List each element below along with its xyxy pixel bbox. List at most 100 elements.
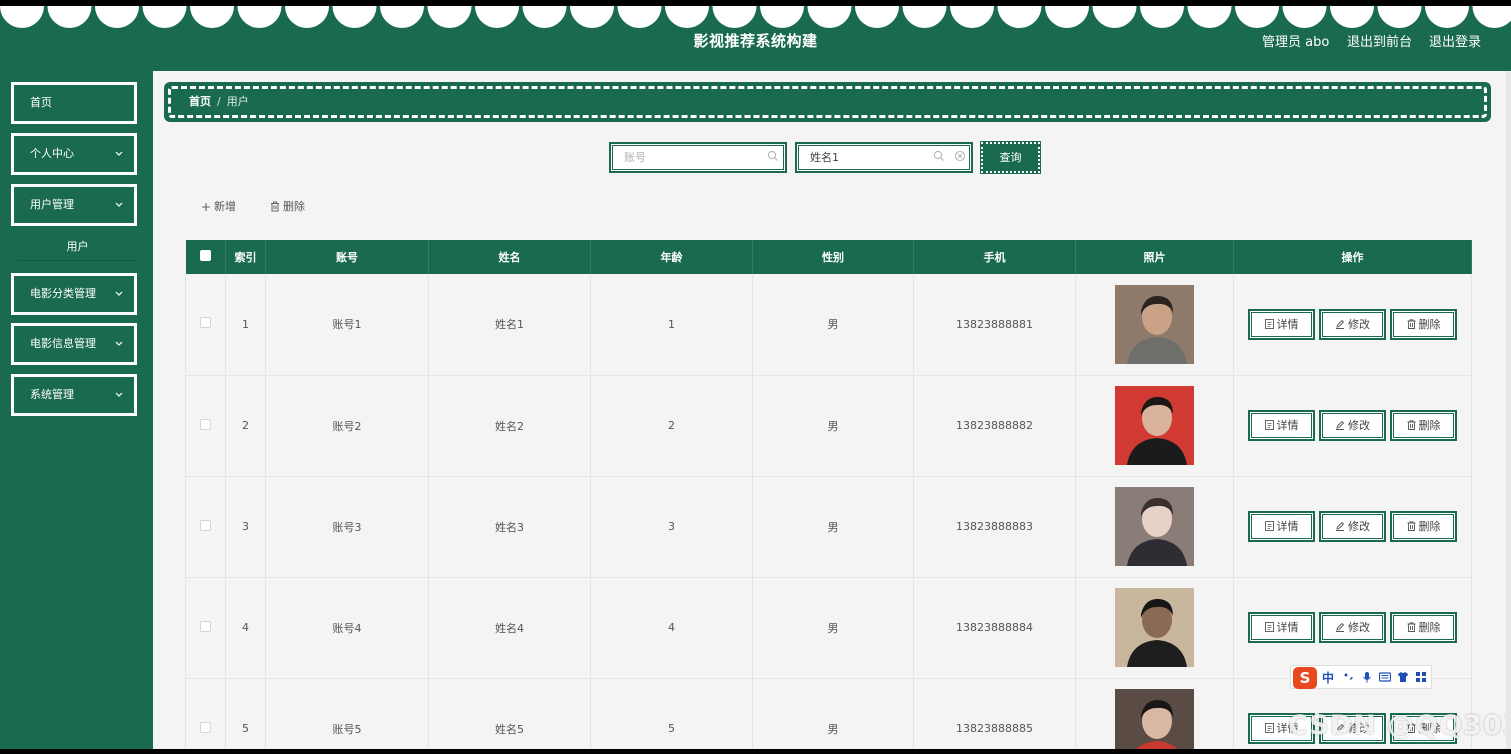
cell-age: 1	[590, 274, 753, 376]
add-button[interactable]: 新增	[201, 198, 236, 214]
delete-button[interactable]: 删除	[1390, 308, 1457, 340]
cell-name: 姓名2	[428, 375, 591, 477]
column-header-name: 姓名	[428, 240, 591, 274]
row-select-cell[interactable]	[185, 375, 226, 477]
punctuation-icon[interactable]	[1343, 671, 1355, 683]
row-checkbox[interactable]	[200, 721, 211, 733]
cell-phone: 13823888885	[913, 678, 1076, 754]
clear-icon[interactable]	[954, 150, 966, 162]
detail-button[interactable]: 详情	[1248, 612, 1315, 643]
cell-name: 姓名3	[428, 476, 591, 578]
select-all-checkbox[interactable]	[199, 250, 211, 261]
back-to-front-link[interactable]: 退出到前台	[1347, 31, 1412, 50]
cell-photo	[1075, 375, 1234, 477]
detail-button[interactable]: 详情	[1248, 308, 1315, 340]
sidebar-item-movie-category-management[interactable]: 电影分类管理	[11, 273, 137, 315]
cell-actions: 详情 修改 删除	[1233, 375, 1472, 477]
grid-menu-icon[interactable]	[1415, 671, 1427, 683]
delete-button[interactable]: 删除	[1390, 612, 1457, 643]
sidebar-item-label: 首页	[30, 96, 52, 109]
column-header-phone: 手机	[913, 240, 1076, 274]
batch-delete-button-label: 删除	[283, 200, 305, 213]
delete-button-label: 删除	[1418, 520, 1441, 533]
edit-button-label: 修改	[1348, 317, 1370, 331]
row-select-cell[interactable]	[185, 476, 226, 578]
trash-icon	[271, 201, 279, 212]
edit-button[interactable]: 修改	[1319, 410, 1386, 441]
row-checkbox[interactable]	[200, 519, 211, 531]
edit-button[interactable]: 修改	[1319, 511, 1386, 542]
row-select-cell[interactable]	[185, 274, 226, 376]
cell-name: 姓名5	[428, 678, 591, 754]
keyboard-icon[interactable]	[1379, 671, 1391, 683]
sidebar-item-user-management[interactable]: 用户管理	[11, 184, 137, 226]
delete-button-label: 删除	[1418, 621, 1441, 634]
row-select-cell[interactable]	[185, 577, 226, 679]
sidebar-subitem-users[interactable]: 用户	[18, 233, 137, 261]
user-photo	[1115, 487, 1194, 566]
cell-age: 3	[590, 476, 753, 578]
detail-button-label: 详情	[1276, 520, 1299, 533]
table-row: 5 账号5 姓名5 5 男 13823888885 详情 修改 删除	[185, 678, 1472, 754]
row-checkbox[interactable]	[200, 620, 211, 632]
skin-icon[interactable]	[1397, 671, 1409, 683]
row-checkbox[interactable]	[200, 317, 211, 329]
table-header-row: 索引 账号 姓名 年龄 性别 手机 照片 操作	[185, 240, 1472, 274]
sidebar: 首页 个人中心 用户管理 用户 电影分类管理 电影信息管理 系统管理	[0, 71, 153, 749]
edit-button[interactable]: 修改	[1319, 612, 1386, 643]
table-row: 4 账号4 姓名4 4 男 13823888884 详情 修改 删除	[185, 577, 1472, 679]
detail-button-label: 详情	[1276, 317, 1299, 331]
trash-icon	[1407, 319, 1415, 329]
sidebar-item-home[interactable]: 首页	[11, 82, 137, 124]
cell-photo	[1075, 678, 1234, 754]
microphone-icon[interactable]	[1361, 671, 1373, 683]
query-button[interactable]: 查询	[980, 141, 1041, 174]
delete-button[interactable]: 删除	[1390, 410, 1457, 441]
detail-button[interactable]: 详情	[1248, 410, 1315, 441]
cell-phone: 13823888883	[913, 476, 1076, 578]
row-checkbox[interactable]	[200, 418, 211, 430]
plus-icon	[202, 203, 210, 211]
breadcrumb-home[interactable]: 首页	[189, 95, 211, 108]
cell-gender: 男	[752, 577, 914, 679]
chevron-down-icon	[115, 341, 123, 346]
account-search-input[interactable]: 账号	[609, 142, 787, 173]
sidebar-item-movie-info-management[interactable]: 电影信息管理	[11, 323, 137, 365]
sidebar-item-label: 个人中心	[30, 147, 74, 160]
batch-delete-button[interactable]: 删除	[270, 198, 305, 214]
document-icon	[1264, 318, 1274, 329]
chevron-down-icon	[115, 151, 123, 156]
admin-label: 管理员 abo	[1262, 35, 1330, 50]
cell-photo	[1075, 577, 1234, 679]
cell-account: 账号4	[265, 577, 429, 679]
bottom-strip	[0, 749, 1511, 754]
cell-account: 账号1	[265, 274, 429, 376]
delete-button[interactable]: 删除	[1390, 511, 1457, 542]
ime-toolbar[interactable]: S 中	[1290, 665, 1432, 689]
cell-index: 2	[225, 375, 266, 477]
chevron-down-icon	[115, 291, 123, 296]
cell-age: 5	[590, 678, 753, 754]
sidebar-item-system-management[interactable]: 系统管理	[11, 374, 137, 416]
scrollbar-track[interactable]	[1506, 71, 1511, 749]
sidebar-item-personal-center[interactable]: 个人中心	[11, 133, 137, 175]
trash-icon	[1407, 622, 1415, 632]
ime-mode-chinese[interactable]: 中	[1322, 669, 1334, 686]
cell-index: 3	[225, 476, 266, 578]
detail-button-label: 详情	[1276, 621, 1299, 634]
app-window: 影视推荐系统构建 管理员 abo 退出到前台 退出登录 首页 个人中心 用户管理…	[0, 0, 1511, 754]
document-icon	[1264, 420, 1274, 430]
sidebar-item-label: 电影分类管理	[30, 287, 96, 300]
logout-link[interactable]: 退出登录	[1429, 31, 1481, 50]
select-all-cell[interactable]	[185, 240, 226, 274]
cell-phone: 13823888882	[913, 375, 1076, 477]
cell-gender: 男	[752, 274, 914, 376]
cell-actions: 详情 修改 删除	[1233, 476, 1472, 578]
column-header-actions: 操作	[1233, 240, 1472, 274]
detail-button[interactable]: 详情	[1248, 511, 1315, 542]
edit-icon	[1336, 319, 1345, 329]
row-select-cell[interactable]	[185, 678, 226, 754]
edit-button[interactable]: 修改	[1319, 308, 1386, 340]
cell-gender: 男	[752, 678, 914, 754]
name-search-input[interactable]: 姓名1	[795, 142, 973, 173]
